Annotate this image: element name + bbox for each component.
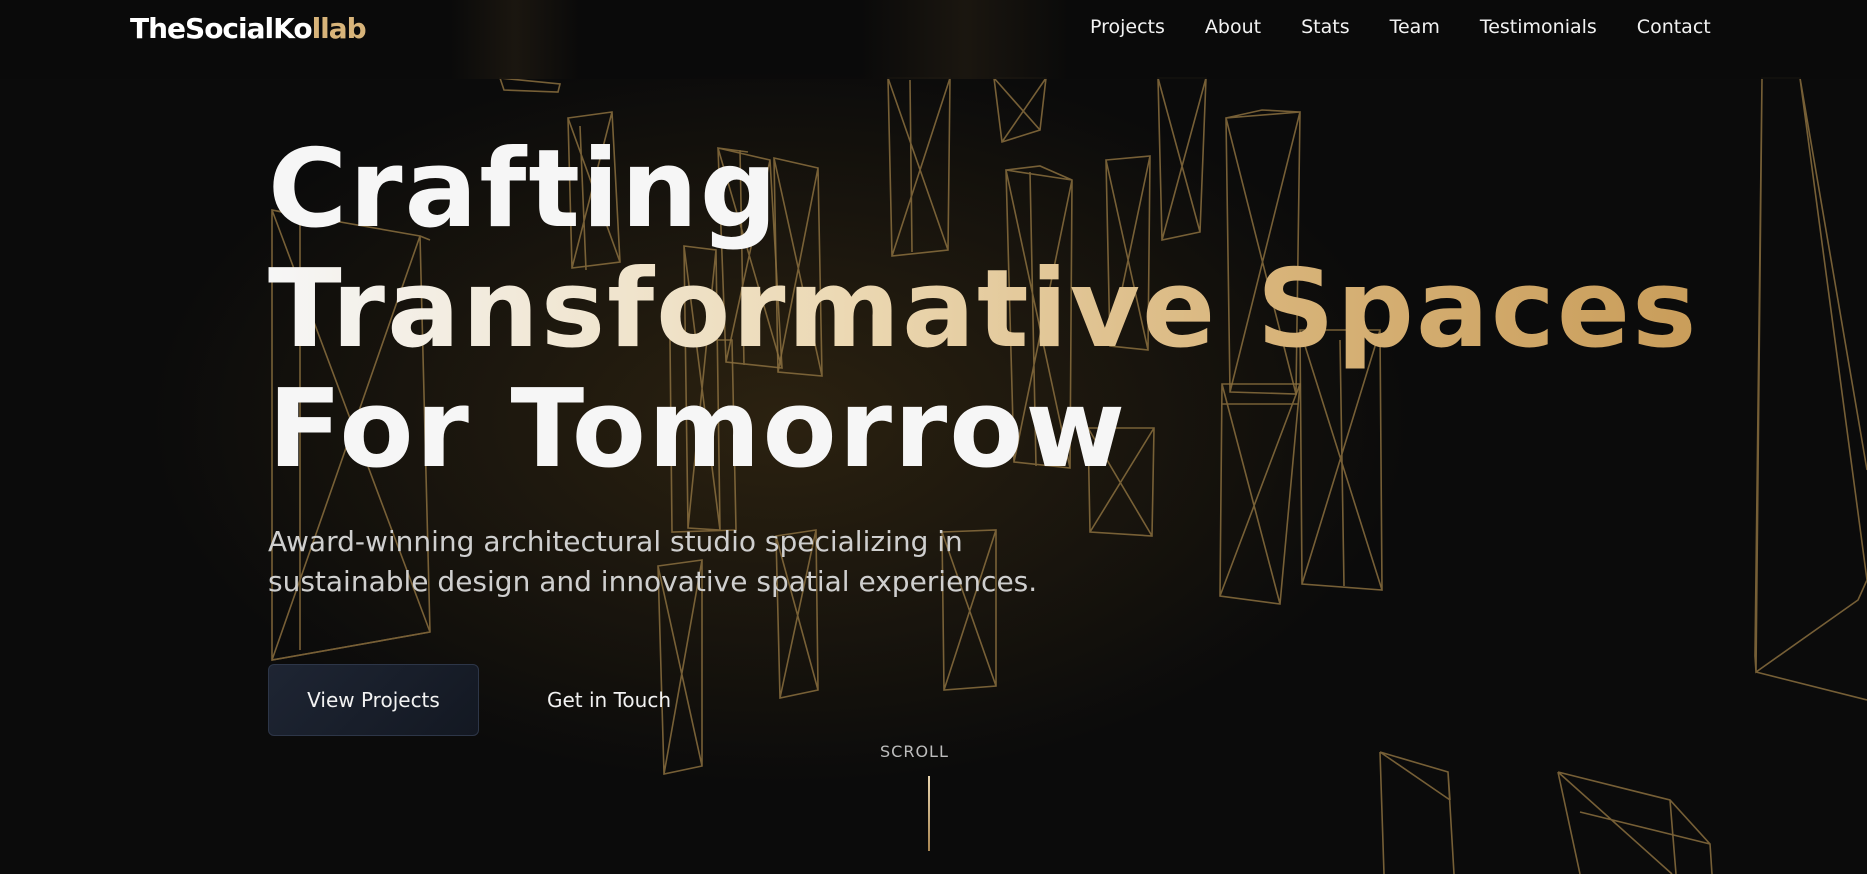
nav-item-stats[interactable]: Stats [1301, 14, 1350, 40]
get-in-touch-button[interactable]: Get in Touch [530, 664, 688, 736]
brand-name-main: TheSocialKo [130, 12, 313, 45]
hero-title-line-1: Crafting [268, 127, 780, 252]
hero-section: TheSocialKollab Projects About Stats Tea… [0, 0, 1867, 874]
wireframe-prism [498, 77, 562, 93]
scroll-indicator-line [928, 776, 930, 851]
nav-item-projects[interactable]: Projects [1090, 14, 1165, 40]
top-navbar: TheSocialKollab Projects About Stats Tea… [0, 0, 1867, 79]
hero-title: Crafting Transformative Spaces For Tomor… [268, 130, 1698, 490]
wireframe-prism [1379, 751, 1455, 874]
brand-name-accent: llab [311, 12, 367, 45]
hero-title-line-3: For Tomorrow [268, 367, 1128, 492]
nav-glow [450, 0, 580, 79]
nav-links: Projects About Stats Team Testimonials C… [1090, 14, 1711, 40]
nav-item-testimonials[interactable]: Testimonials [1480, 14, 1597, 40]
view-projects-button[interactable]: View Projects [268, 664, 479, 736]
wireframe-prism [1754, 77, 1867, 701]
nav-item-about[interactable]: About [1205, 14, 1261, 40]
hero-title-line-2: Transformative Spaces [268, 247, 1699, 372]
wireframe-prism [1557, 771, 1713, 874]
hero-subtitle: Award-winning architectural studio speci… [268, 525, 1038, 598]
nav-item-contact[interactable]: Contact [1637, 14, 1711, 40]
brand-logo[interactable]: TheSocialKollab [130, 12, 367, 45]
nav-item-team[interactable]: Team [1390, 14, 1440, 40]
scroll-indicator-label[interactable]: SCROLL [880, 742, 948, 761]
nav-glow [860, 0, 1070, 79]
